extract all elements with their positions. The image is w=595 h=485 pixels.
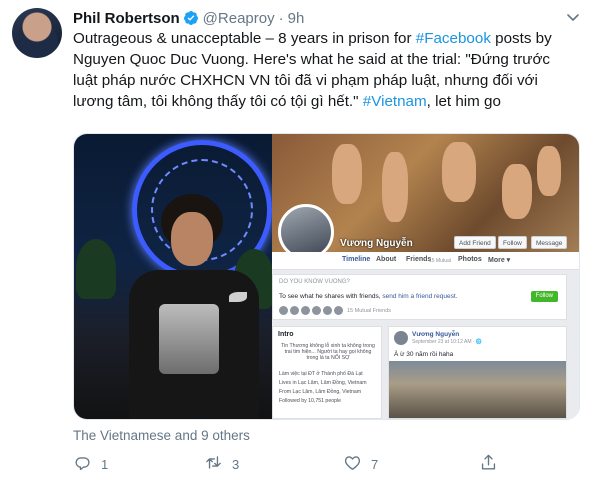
fb-nav-timeline: Timeline — [342, 256, 371, 263]
liked-by-text[interactable]: The Vietnamese and 9 others — [73, 428, 250, 443]
header-separator: · — [278, 9, 284, 27]
fb-know-text: To see what he shares with friends, — [279, 293, 383, 300]
fb-post: Vương Nguyễn September 23 at 10:12 AM · … — [388, 326, 567, 419]
fb-post-photo — [389, 361, 566, 418]
chevron-down-icon[interactable] — [565, 9, 581, 25]
fb-intro-box: Intro Tin Thương không lỗ xinh ta không … — [272, 326, 382, 419]
fb-know-box: DO YOU KNOW VUONG? To see what he shares… — [272, 274, 567, 320]
tweet-text-segment: Outrageous & unacceptable – 8 years in p… — [73, 30, 416, 47]
fb-post-date: September 23 at 10:12 AM · 🌐 — [412, 339, 483, 345]
fb-post-name: Vương Nguyễn — [412, 331, 460, 338]
man-image — [129, 194, 259, 419]
tweet-header: Phil Robertson @Reaproy · 9h — [73, 9, 585, 27]
retweet-count: 3 — [232, 456, 240, 472]
fb-follow-green-button: Follow — [530, 291, 558, 302]
fb-nav-about: About — [376, 256, 397, 263]
share-icon — [479, 453, 498, 475]
fb-intro-title: Intro — [278, 331, 294, 338]
heart-icon — [343, 453, 362, 475]
fb-know-line: To see what he shares with friends, send… — [279, 293, 458, 300]
retweet-icon — [204, 453, 223, 475]
author-handle[interactable]: @Reaproy — [203, 10, 275, 27]
fb-intro-quote: Tin Thương không lỗ xinh ta không trong … — [281, 343, 375, 361]
tree-image — [76, 239, 116, 299]
hashtag-vietnam[interactable]: #Vietnam — [363, 93, 427, 110]
fb-mutual-friends: 15 Mutual Friends — [279, 306, 391, 315]
retweet-button[interactable]: 3 — [204, 452, 239, 476]
hashtag-facebook[interactable]: #Facebook — [416, 30, 491, 47]
fb-intro-line: Làm việc tại ĐT ở Thành phố Đà Lạt — [279, 371, 363, 377]
fb-profile-nav: Timeline About Friends 15 Mutual Photos … — [272, 252, 579, 270]
author-name[interactable]: Phil Robertson — [73, 10, 180, 27]
fb-nav-more: More ▾ — [488, 257, 511, 264]
fb-add-friend-button: Add Friend — [454, 236, 496, 249]
fb-intro-line: Followed by 10,751 people — [279, 398, 342, 404]
fb-mutual-text: 15 Mutual Friends — [347, 307, 392, 314]
fb-intro-line: From Lạc Lâm, Lâm Đồng, Vietnam — [279, 389, 362, 395]
tweet-actions: 1 3 7 — [73, 452, 503, 476]
tweet-text: Outrageous & unacceptable – 8 years in p… — [73, 28, 578, 112]
fb-profile-name: Vương Nguyễn — [340, 238, 413, 249]
fb-know-title: DO YOU KNOW VUONG? — [279, 279, 350, 285]
fb-follow-button: Follow — [498, 236, 527, 249]
tweet-timestamp[interactable]: 9h — [288, 10, 305, 27]
verified-badge-icon — [183, 10, 199, 26]
tweet-text-segment: , let him go — [426, 93, 501, 110]
fb-know-link: send him a friend request. — [382, 293, 458, 300]
fb-intro-line: Lives in Lạc Lâm, Lâm Đồng, Vietnam — [279, 380, 367, 386]
photo-facebook-profile[interactable]: Vương Nguyễn Add Friend Follow Message T… — [272, 134, 579, 419]
reply-icon — [73, 453, 92, 475]
fb-post-text: À ừ 30 năm rồi haha — [394, 351, 454, 358]
like-count: 7 — [371, 456, 379, 472]
share-button[interactable] — [479, 452, 498, 476]
fb-nav-mutual: 15 Mutual — [429, 258, 451, 264]
photo-man-at-night[interactable] — [74, 134, 272, 419]
fb-post-avatar — [394, 331, 408, 345]
fb-message-button: Message — [531, 236, 568, 249]
reply-count: 1 — [101, 456, 109, 472]
fb-nav-photos: Photos — [458, 256, 482, 263]
author-avatar[interactable] — [12, 8, 62, 58]
tweet-media[interactable]: Vương Nguyễn Add Friend Follow Message T… — [73, 133, 580, 420]
like-button[interactable]: 7 — [343, 452, 378, 476]
fb-nav-friends: Friends — [406, 256, 432, 263]
reply-button[interactable]: 1 — [73, 452, 108, 476]
